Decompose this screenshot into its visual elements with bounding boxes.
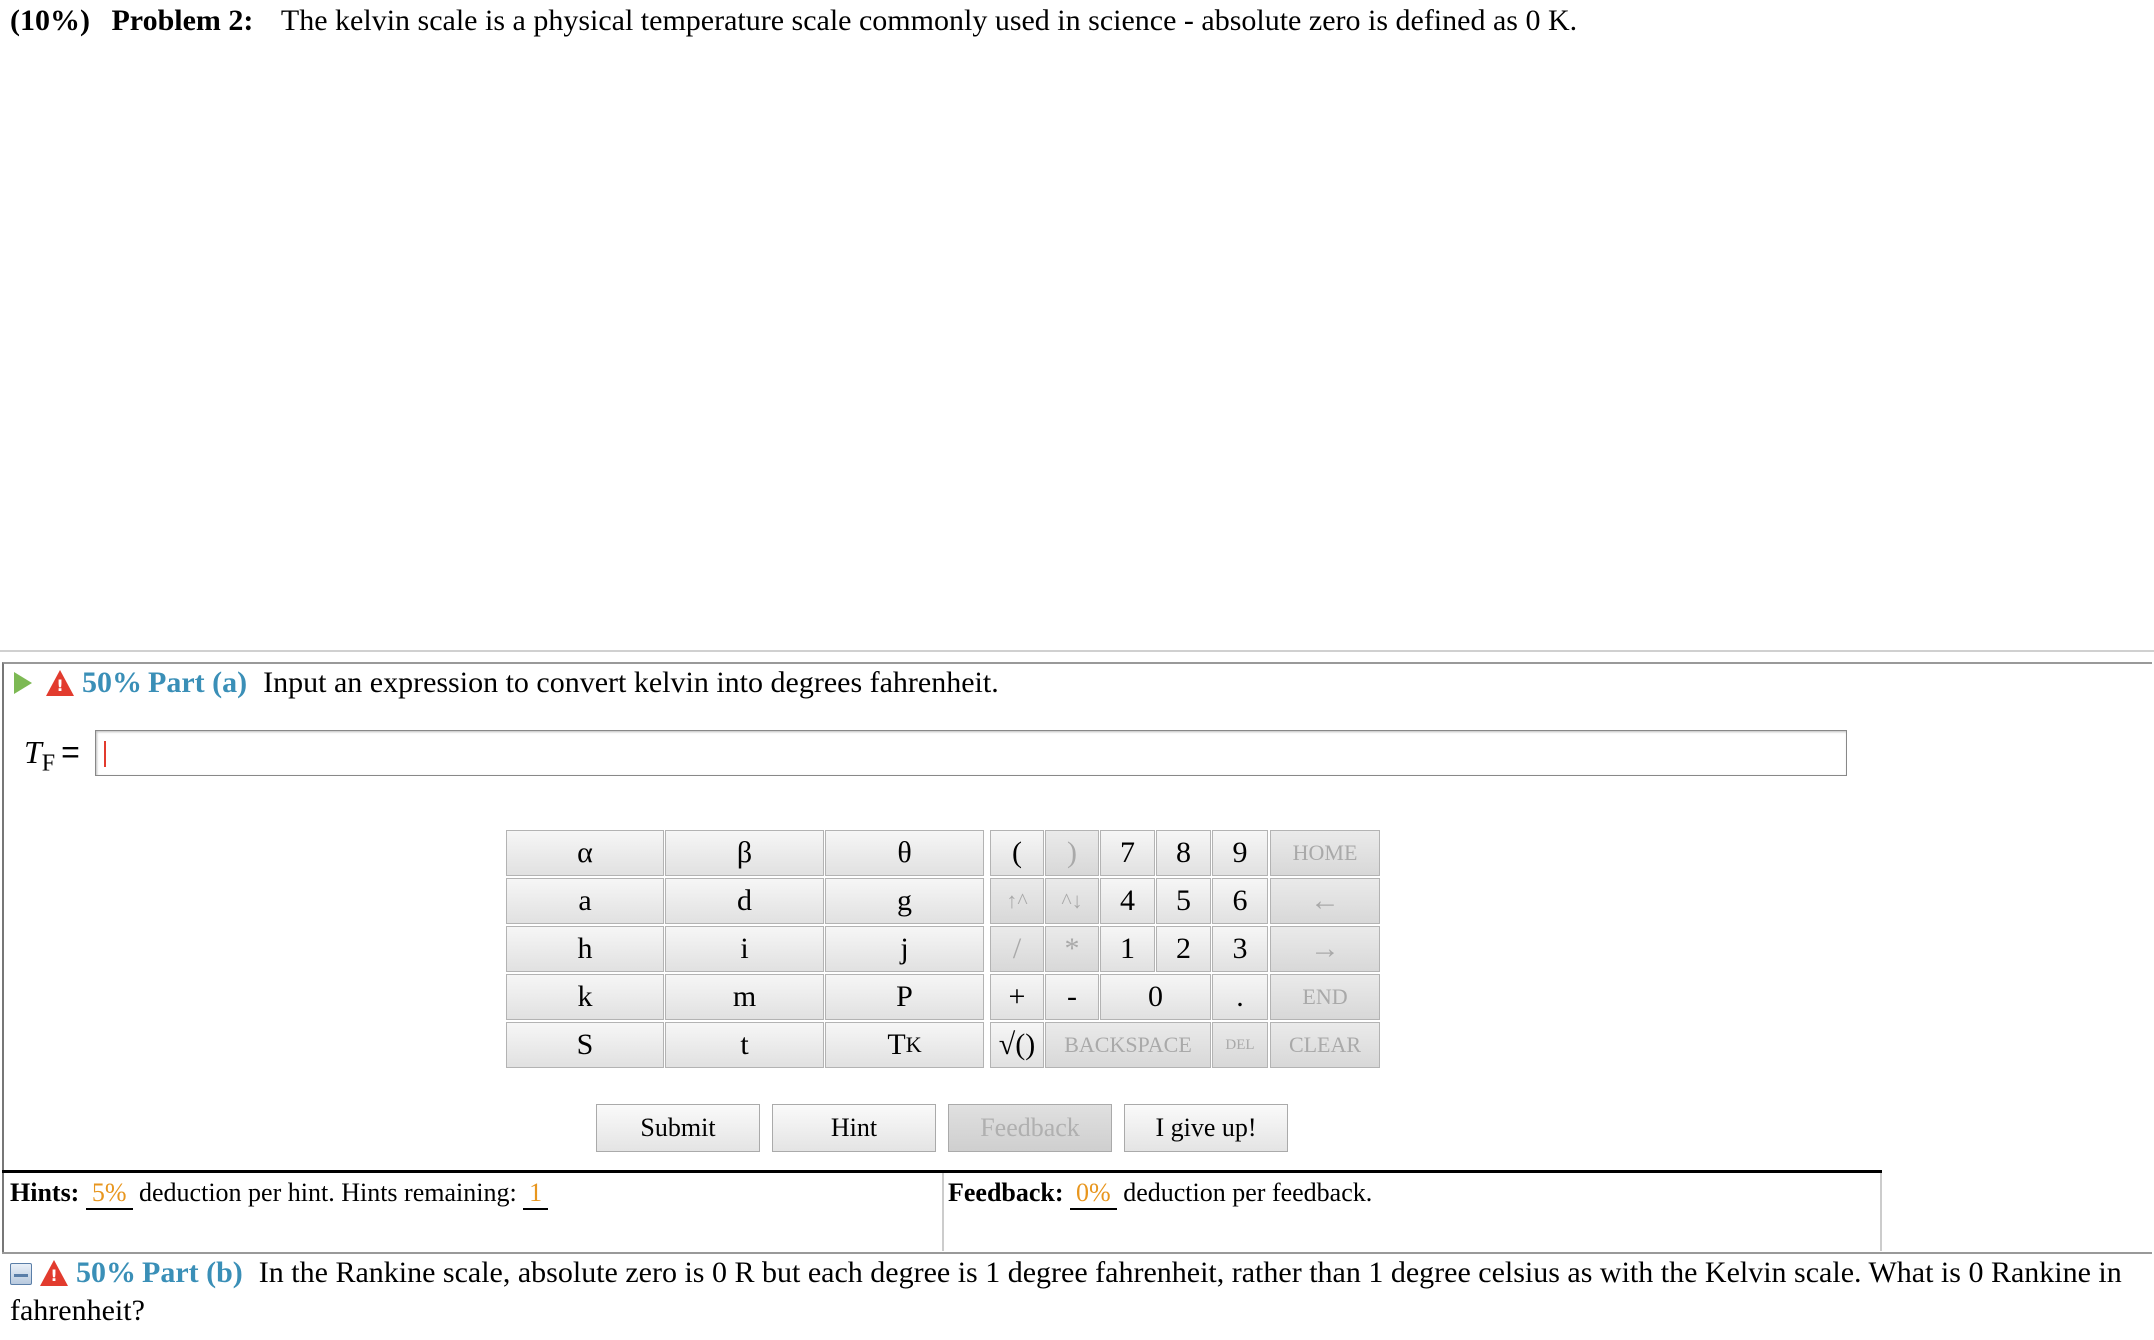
- part-b-header: ! 50% Part (b) In the Rankine scale, absolu…: [10, 1254, 2150, 1330]
- key-h[interactable]: h: [506, 926, 664, 972]
- part-a-text: Input an expression to convert kelvin in…: [263, 666, 999, 699]
- part-a-header: ! 50% Part (a) Input an expression to co…: [14, 666, 999, 700]
- part-b-weight: 50%: [76, 1256, 136, 1289]
- key-m[interactable]: m: [665, 974, 824, 1020]
- key-2[interactable]: 2: [1156, 926, 1211, 972]
- key-5[interactable]: 5: [1156, 878, 1211, 924]
- key-decimal-point[interactable]: .: [1212, 974, 1268, 1020]
- problem-label: Problem 2:: [111, 4, 254, 37]
- key-close-paren[interactable]: ): [1045, 830, 1099, 876]
- key-a[interactable]: a: [506, 878, 664, 924]
- key-backspace[interactable]: BACKSPACE: [1045, 1022, 1211, 1068]
- key-6[interactable]: 6: [1212, 878, 1268, 924]
- answer-input[interactable]: [95, 730, 1847, 776]
- key-P[interactable]: P: [825, 974, 984, 1020]
- key-3[interactable]: 3: [1212, 926, 1268, 972]
- problem-statement: (10%) Problem 2: The kelvin scale is a p…: [10, 4, 1577, 38]
- key-minus[interactable]: -: [1045, 974, 1099, 1020]
- key-right-arrow-icon[interactable]: →: [1270, 926, 1380, 972]
- key-S[interactable]: S: [506, 1022, 664, 1068]
- key-del[interactable]: DEL: [1212, 1022, 1268, 1068]
- problem-weight: (10%): [10, 4, 90, 37]
- key-home[interactable]: HOME: [1270, 830, 1380, 876]
- text-caret: [104, 741, 106, 767]
- collapse-icon[interactable]: [10, 1263, 32, 1285]
- part-a-weight: 50%: [82, 666, 142, 699]
- warning-icon: !: [40, 1260, 68, 1286]
- key-left-arrow-icon[interactable]: ←: [1270, 878, 1380, 924]
- key-plus[interactable]: +: [990, 974, 1044, 1020]
- part-b-text: In the Rankine scale, absolute zero is 0…: [10, 1256, 2122, 1327]
- key-9[interactable]: 9: [1212, 830, 1268, 876]
- expand-arrow-icon[interactable]: [14, 672, 32, 694]
- key-7[interactable]: 7: [1100, 830, 1155, 876]
- feedback-button[interactable]: Feedback: [948, 1104, 1112, 1152]
- key-g[interactable]: g: [825, 878, 984, 924]
- give-up-button[interactable]: I give up!: [1124, 1104, 1288, 1152]
- key-beta[interactable]: β: [665, 830, 824, 876]
- submit-button[interactable]: Submit: [596, 1104, 760, 1152]
- key-i[interactable]: i: [665, 926, 824, 972]
- feedback-info: Feedback: 0% deduction per feedback.: [948, 1178, 1372, 1210]
- part-a-label: Part (a): [148, 666, 248, 699]
- key-superscript-up[interactable]: ↑^: [990, 878, 1044, 924]
- hints-info: Hints: 5% deduction per hint. Hints rema…: [10, 1178, 549, 1210]
- warning-icon: !: [46, 670, 74, 696]
- key-k[interactable]: k: [506, 974, 664, 1020]
- feedback-deduction: 0%: [1070, 1178, 1117, 1210]
- key-theta[interactable]: θ: [825, 830, 984, 876]
- key-alpha[interactable]: α: [506, 830, 664, 876]
- key-t[interactable]: t: [665, 1022, 824, 1068]
- key-divide[interactable]: /: [990, 926, 1044, 972]
- part-b-label: Part (b): [142, 1256, 243, 1289]
- answer-variable-label: TF =: [24, 734, 80, 777]
- key-end[interactable]: END: [1270, 974, 1380, 1020]
- key-sqrt[interactable]: √(): [990, 1022, 1044, 1068]
- hint-deduction: 5%: [85, 1178, 133, 1210]
- key-0[interactable]: 0: [1100, 974, 1211, 1020]
- key-4[interactable]: 4: [1100, 878, 1155, 924]
- key-d[interactable]: d: [665, 878, 824, 924]
- key-clear[interactable]: CLEAR: [1270, 1022, 1380, 1068]
- key-TK[interactable]: TK: [825, 1022, 984, 1068]
- key-j[interactable]: j: [825, 926, 984, 972]
- key-multiply[interactable]: *: [1045, 926, 1099, 972]
- separator: [0, 650, 2154, 652]
- problem-text: The kelvin scale is a physical temperatu…: [280, 4, 1578, 37]
- key-open-paren[interactable]: (: [990, 830, 1044, 876]
- hint-button[interactable]: Hint: [772, 1104, 936, 1152]
- key-8[interactable]: 8: [1156, 830, 1211, 876]
- hints-remaining: 1: [523, 1178, 549, 1210]
- key-1[interactable]: 1: [1100, 926, 1155, 972]
- key-superscript-down[interactable]: ^↓: [1045, 878, 1099, 924]
